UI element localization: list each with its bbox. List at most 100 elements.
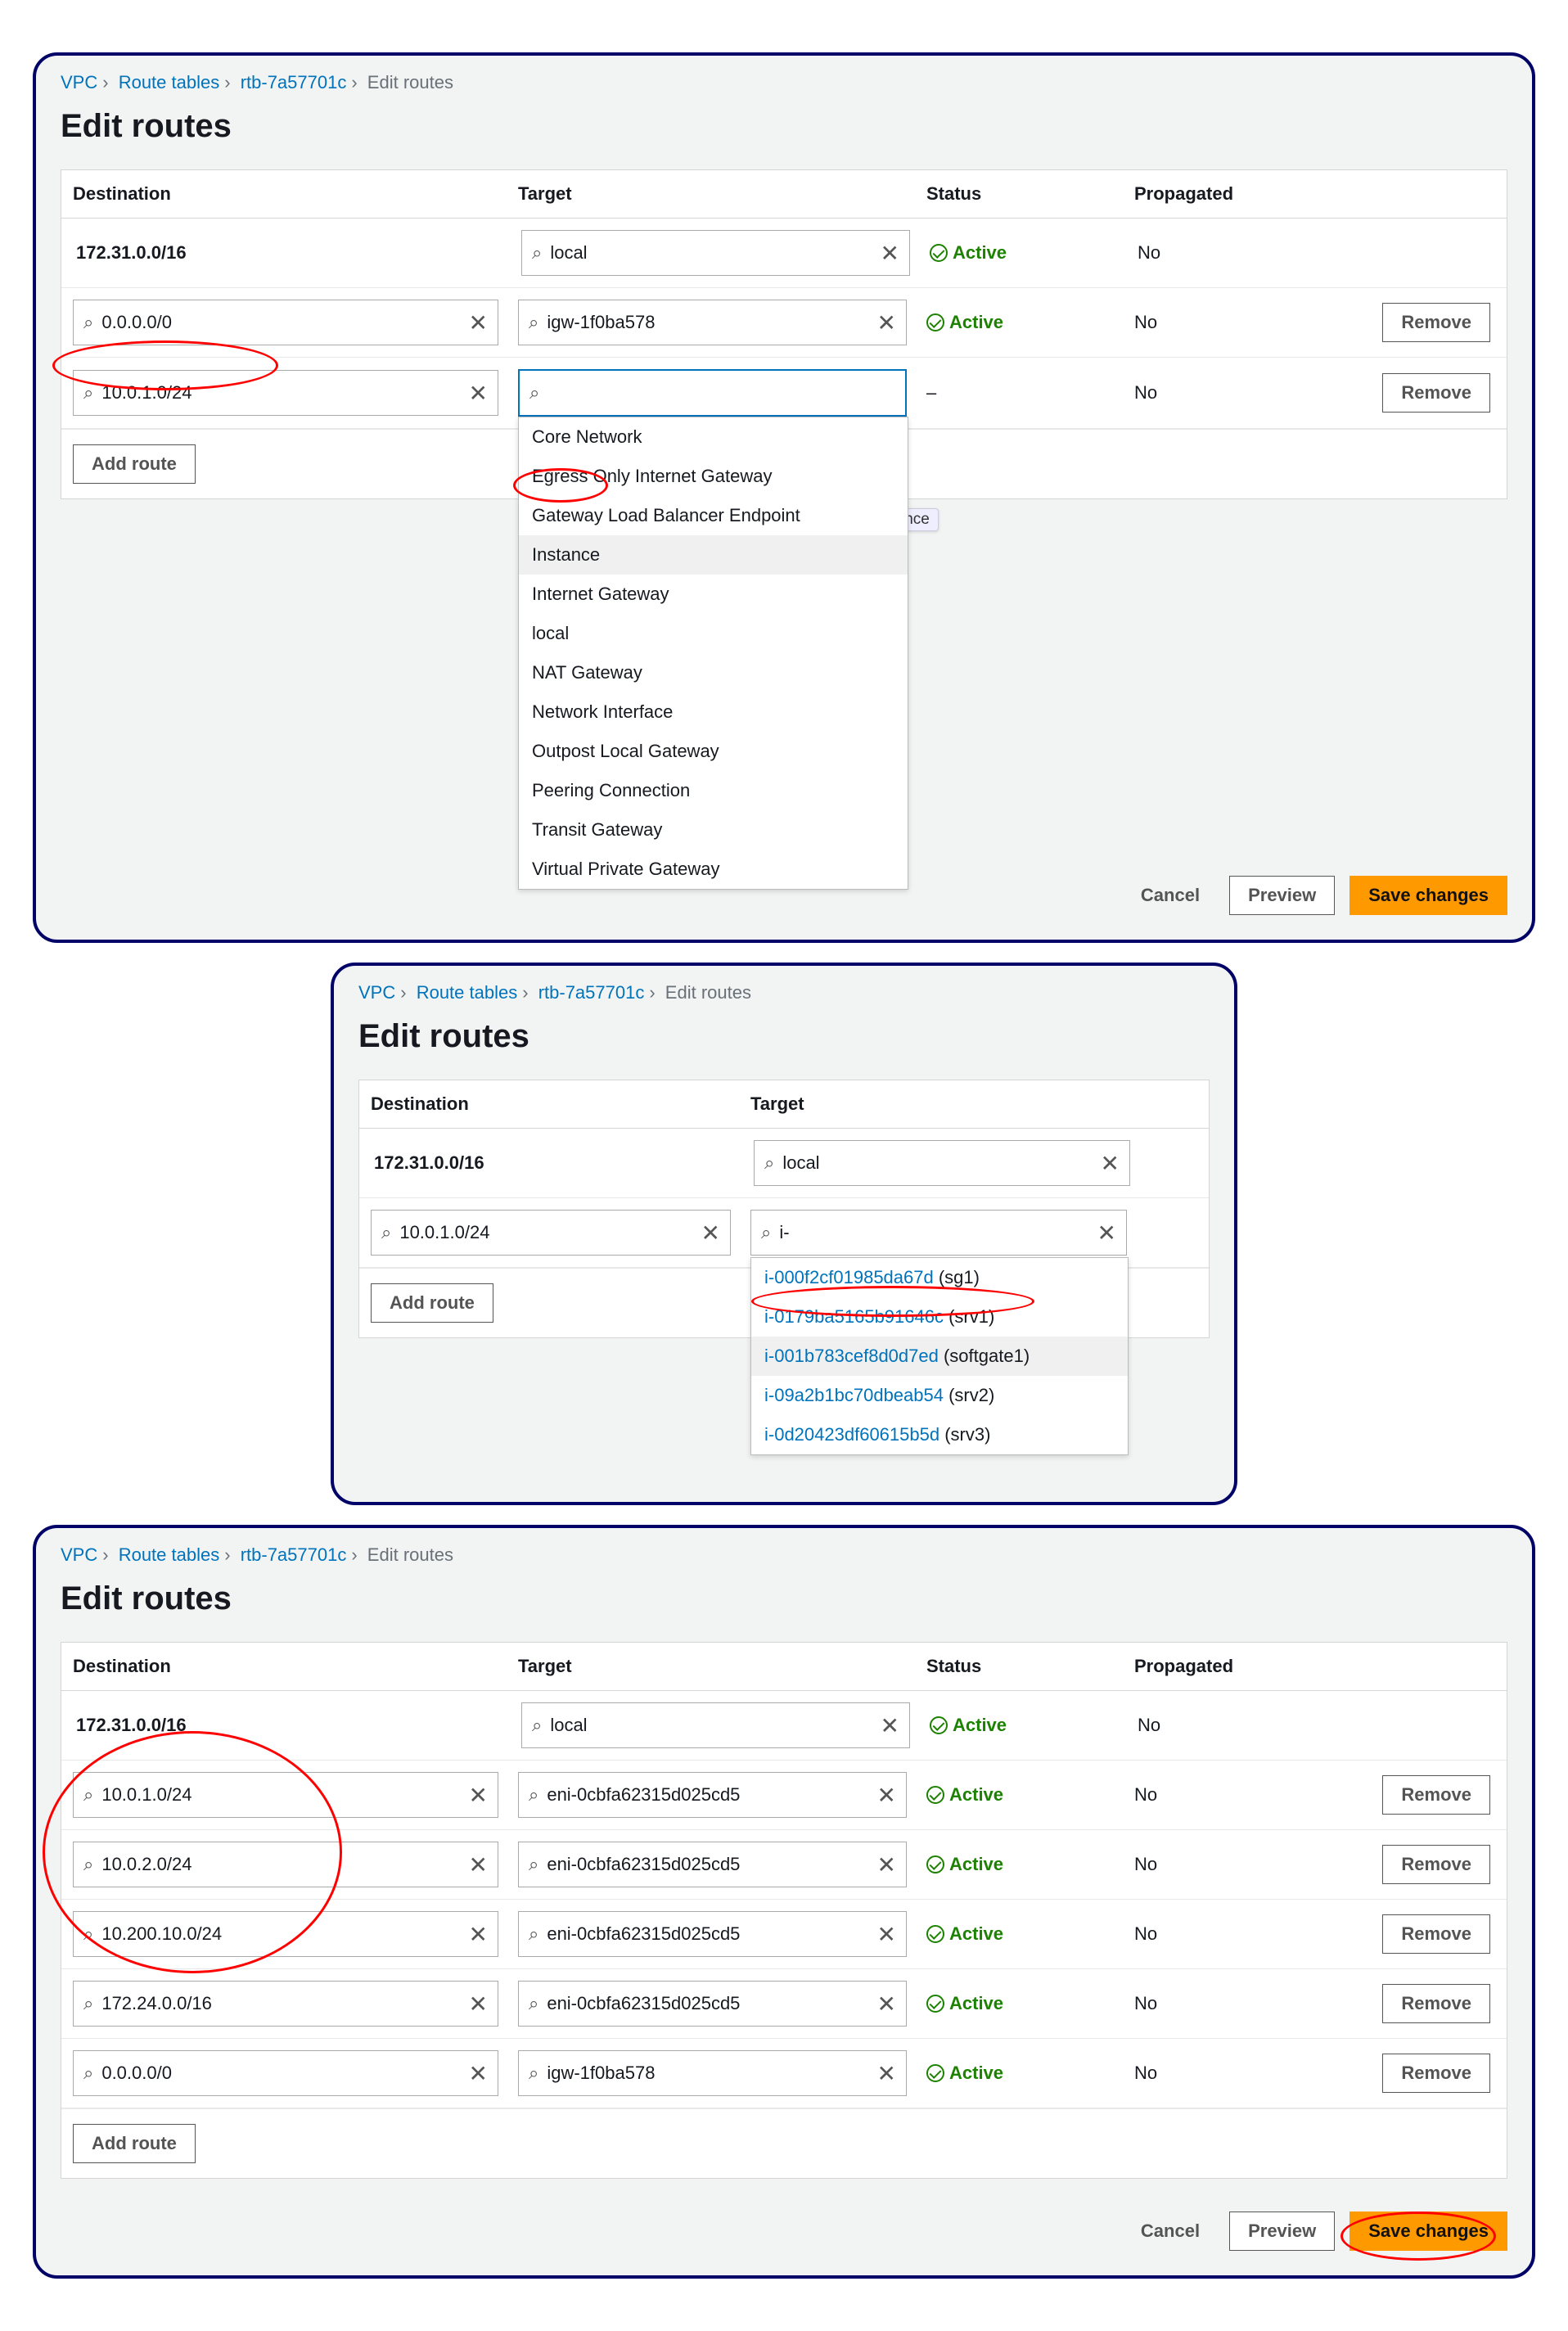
target-input[interactable]: ⌕ igw-1f0ba578 ✕ (518, 300, 907, 345)
header-destination: Destination (73, 183, 498, 205)
routes-table: Destination Target Status Propagated 172… (61, 169, 1507, 499)
remove-button[interactable]: Remove (1382, 303, 1490, 342)
dropdown-option-softgate1[interactable]: i-001b783cef8d0d7ed (softgate1) (751, 1337, 1128, 1376)
remove-button[interactable]: Remove (1382, 1775, 1490, 1815)
dropdown-option[interactable]: Core Network (519, 417, 908, 457)
preview-button[interactable]: Preview (1229, 876, 1335, 915)
preview-button[interactable]: Preview (1229, 2212, 1335, 2251)
save-changes-button[interactable]: Save changes (1349, 876, 1507, 915)
breadcrumb-rtb[interactable]: rtb-7a57701c (241, 72, 347, 92)
clear-icon[interactable]: ✕ (469, 2060, 488, 2087)
clear-icon[interactable]: ✕ (877, 1782, 896, 1809)
status-active: Active (926, 2063, 1115, 2084)
target-input[interactable]: ⌕igw-1f0ba578✕ (518, 2050, 907, 2096)
breadcrumb-vpc[interactable]: VPC (358, 982, 395, 1003)
dropdown-option[interactable]: Internet Gateway (519, 575, 908, 614)
destination-input[interactable]: ⌕10.0.2.0/24✕ (73, 1842, 498, 1887)
clear-icon[interactable]: ✕ (469, 309, 488, 336)
dropdown-option[interactable]: Gateway Load Balancer Endpoint (519, 496, 908, 535)
page-title: Edit routes (61, 108, 1507, 145)
dropdown-option[interactable]: Transit Gateway (519, 810, 908, 850)
table-row: ⌕ 10.0.1.0/24 ✕ ⌕ Core Network Egress On… (61, 358, 1507, 429)
routes-table: Destination Target 172.31.0.0/16 ⌕ local… (358, 1080, 1210, 1338)
target-input[interactable]: ⌕eni-0cbfa62315d025cd5✕ (518, 1981, 907, 2027)
header-destination: Destination (73, 1656, 498, 1677)
breadcrumb-route-tables[interactable]: Route tables (119, 72, 220, 92)
clear-icon[interactable]: ✕ (877, 2060, 896, 2087)
breadcrumb-rtb[interactable]: rtb-7a57701c (241, 1544, 347, 1565)
destination-input[interactable]: ⌕ 10.0.1.0/24 ✕ (73, 370, 498, 416)
propagated-text: No (1134, 312, 1273, 333)
search-icon: ⌕ (532, 242, 542, 264)
clear-icon[interactable]: ✕ (469, 1851, 488, 1878)
clear-icon[interactable]: ✕ (877, 1851, 896, 1878)
dropdown-option[interactable]: Egress Only Internet Gateway (519, 457, 908, 496)
dropdown-option[interactable]: i-000f2cf01985da67d (sg1) (751, 1258, 1128, 1297)
remove-button[interactable]: Remove (1382, 1914, 1490, 1954)
clear-icon[interactable]: ✕ (469, 380, 488, 407)
clear-icon[interactable]: ✕ (877, 1991, 896, 2018)
dropdown-option[interactable]: i-0d20423df60615b5d (srv3) (751, 1415, 1128, 1454)
destination-input[interactable]: ⌕172.24.0.0/16✕ (73, 1981, 498, 2027)
add-route-button[interactable]: Add route (73, 444, 196, 484)
search-icon: ⌕ (529, 312, 538, 333)
clear-icon[interactable]: ✕ (1097, 1220, 1116, 1247)
search-icon: ⌕ (529, 1784, 538, 1806)
clear-icon[interactable]: ✕ (469, 1921, 488, 1948)
target-input[interactable]: ⌕local✕ (521, 1702, 910, 1748)
destination-text: 172.31.0.0/16 (73, 242, 502, 264)
status-active: Active (926, 1854, 1115, 1875)
target-input[interactable]: ⌕ local ✕ (754, 1140, 1130, 1186)
dropdown-option[interactable]: Peering Connection (519, 771, 908, 810)
destination-input[interactable]: ⌕0.0.0.0/0✕ (73, 2050, 498, 2096)
clear-icon[interactable]: ✕ (469, 1782, 488, 1809)
target-input[interactable]: ⌕eni-0cbfa62315d025cd5✕ (518, 1842, 907, 1887)
clear-icon[interactable]: ✕ (469, 1991, 488, 2018)
dropdown-option[interactable]: Network Interface (519, 692, 908, 732)
breadcrumb-route-tables[interactable]: Route tables (119, 1544, 220, 1565)
dropdown-option[interactable]: i-09a2b1bc70dbeab54 (srv2) (751, 1376, 1128, 1415)
clear-icon[interactable]: ✕ (877, 309, 896, 336)
breadcrumb-vpc[interactable]: VPC (61, 1544, 97, 1565)
add-route-button[interactable]: Add route (371, 1283, 493, 1323)
table-header: Destination Target Status Propagated (61, 1643, 1507, 1691)
breadcrumb-rtb[interactable]: rtb-7a57701c (538, 982, 645, 1003)
clear-icon[interactable]: ✕ (881, 1712, 899, 1739)
cancel-button[interactable]: Cancel (1126, 877, 1214, 914)
dropdown-option[interactable]: local (519, 614, 908, 653)
save-changes-button[interactable]: Save changes (1349, 2212, 1507, 2251)
check-circle-icon (930, 1716, 948, 1734)
remove-button[interactable]: Remove (1382, 373, 1490, 413)
breadcrumb-vpc[interactable]: VPC (61, 72, 97, 92)
search-icon: ⌕ (83, 312, 93, 333)
page-title: Edit routes (61, 1580, 1507, 1617)
dropdown-option[interactable]: i-0179ba5165b91646c (srv1) (751, 1297, 1128, 1337)
dropdown-option[interactable]: Outpost Local Gateway (519, 732, 908, 771)
destination-input[interactable]: ⌕ 0.0.0.0/0 ✕ (73, 300, 498, 345)
destination-input[interactable]: ⌕ 10.0.1.0/24 ✕ (371, 1210, 731, 1256)
destination-input[interactable]: ⌕10.200.10.0/24✕ (73, 1911, 498, 1957)
dropdown-option[interactable]: NAT Gateway (519, 653, 908, 692)
target-input[interactable]: ⌕eni-0cbfa62315d025cd5✕ (518, 1772, 907, 1818)
add-route-button[interactable]: Add route (73, 2124, 196, 2163)
remove-button[interactable]: Remove (1382, 1984, 1490, 2023)
status-active: Active (926, 1784, 1115, 1806)
destination-input[interactable]: ⌕10.0.1.0/24✕ (73, 1772, 498, 1818)
cancel-button[interactable]: Cancel (1126, 2212, 1214, 2250)
target-input[interactable]: ⌕ (518, 369, 907, 417)
dropdown-option[interactable]: Virtual Private Gateway (519, 850, 908, 889)
dropdown-option-instance[interactable]: Instance (519, 535, 908, 575)
action-bar: Cancel Preview Save changes (61, 2212, 1507, 2251)
clear-icon[interactable]: ✕ (881, 240, 899, 267)
target-input[interactable]: ⌕ local ✕ (521, 230, 910, 276)
remove-button[interactable]: Remove (1382, 1845, 1490, 1884)
remove-button[interactable]: Remove (1382, 2054, 1490, 2093)
clear-icon[interactable]: ✕ (701, 1220, 720, 1247)
clear-icon[interactable]: ✕ (1101, 1150, 1120, 1177)
target-input[interactable]: ⌕eni-0cbfa62315d025cd5✕ (518, 1911, 907, 1957)
target-input[interactable]: ⌕ i- ✕ (750, 1210, 1127, 1256)
breadcrumb: VPC› Route tables› rtb-7a57701c› Edit ro… (61, 1544, 1507, 1566)
clear-icon[interactable]: ✕ (877, 1921, 896, 1948)
breadcrumb-route-tables[interactable]: Route tables (417, 982, 518, 1003)
propagated-text: No (1134, 1784, 1273, 1806)
